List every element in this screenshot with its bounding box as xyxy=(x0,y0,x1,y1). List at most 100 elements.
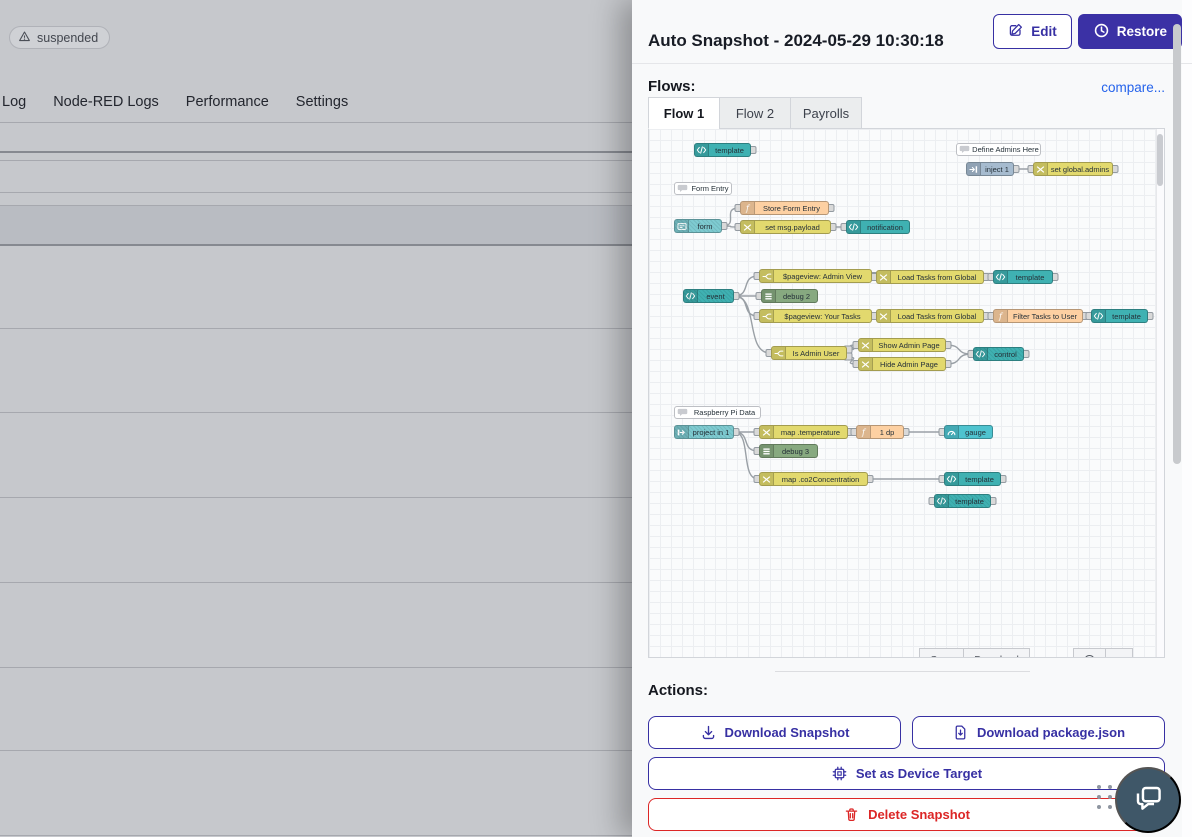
table-row-divider xyxy=(0,205,632,206)
flow-node-template-3: template xyxy=(1091,309,1148,323)
restore-button[interactable]: Restore xyxy=(1078,14,1182,49)
canvas-toolbar-zoom-in-button[interactable]: + xyxy=(1105,649,1132,658)
svg-text:f: f xyxy=(861,428,867,437)
flow-node-is-admin-user: Is Admin User xyxy=(771,346,847,360)
bg-nav-tab-settings: Settings xyxy=(296,94,348,110)
widget-drag-dots xyxy=(1097,785,1112,809)
clock-icon xyxy=(1093,22,1110,42)
debug-icon xyxy=(762,290,776,302)
compare-link[interactable]: compare... xyxy=(1101,80,1165,95)
actions-label: Actions: xyxy=(648,682,708,699)
edit-button[interactable]: Edit xyxy=(993,14,1072,49)
file-download-icon xyxy=(952,724,969,741)
action-button-label: Delete Snapshot xyxy=(868,807,970,822)
switch-icon xyxy=(772,347,786,359)
table-row-divider xyxy=(0,122,632,123)
flow-node-debug-3: debug 3 xyxy=(759,444,818,458)
table-row-divider xyxy=(0,497,632,498)
panel-scrollbar[interactable] xyxy=(1173,0,1181,837)
svg-text:f: f xyxy=(998,312,1004,321)
change-icon xyxy=(741,221,755,233)
flow-node-label: $pageview: Your Tasks xyxy=(774,310,871,322)
canvas-scrollbar-thumb[interactable] xyxy=(1157,134,1163,186)
trash-icon xyxy=(843,806,860,823)
flow-node-comment-raspberry-pi: Raspberry Pi Data xyxy=(674,406,761,419)
canvas-toolbar-refresh-button[interactable] xyxy=(1074,649,1105,658)
download-icon xyxy=(700,724,717,741)
panel-right-gutter xyxy=(1182,0,1192,837)
table-row-divider xyxy=(0,160,632,161)
snapshot-panel: Auto Snapshot - 2024-05-29 10:30:18 Edit… xyxy=(632,0,1192,837)
panel-scrollbar-thumb[interactable] xyxy=(1173,24,1181,464)
download-package-json-button[interactable]: Download package.json xyxy=(912,716,1165,749)
delete-snapshot-button[interactable]: Delete Snapshot xyxy=(648,798,1165,831)
flow-node-template-5: template xyxy=(934,494,991,508)
flow-tab-payrolls[interactable]: Payrolls xyxy=(790,97,862,129)
set-device-target-button[interactable]: Set as Device Target xyxy=(648,757,1165,790)
download-snapshot-button[interactable]: Download Snapshot xyxy=(648,716,901,749)
svg-text:f: f xyxy=(745,204,751,213)
code-icon xyxy=(1092,310,1106,322)
flow-node-show-admin-page: Show Admin Page xyxy=(858,338,946,352)
flow-node-label: template xyxy=(1106,310,1147,322)
flow-node-label: set msg.payload xyxy=(755,221,830,233)
flow-node-map-co2: map .co2Concentration xyxy=(759,472,868,486)
code-icon xyxy=(935,495,949,507)
warning-icon xyxy=(18,30,31,46)
flow-node-label: Load Tasks from Global xyxy=(891,271,983,283)
flow-node-label: $pageview: Admin View xyxy=(774,270,871,282)
function-icon: f xyxy=(857,426,871,438)
flow-tab-flow-2[interactable]: Flow 2 xyxy=(719,97,791,129)
flow-node-label: map .co2Concentration xyxy=(774,473,867,485)
code-icon xyxy=(847,221,861,233)
table-row-divider xyxy=(0,151,632,153)
edit-button-label: Edit xyxy=(1031,24,1057,39)
flow-node-label: debug 2 xyxy=(776,290,817,302)
flow-node-label: template xyxy=(949,495,990,507)
flow-node-label: 1 dp xyxy=(871,426,903,438)
flow-tab-flow-1[interactable]: Flow 1 xyxy=(648,97,720,129)
change-icon xyxy=(859,339,873,351)
flow-node-label: debug 3 xyxy=(774,445,817,457)
canvas-scrollbar[interactable] xyxy=(1156,129,1164,657)
flow-node-label: Show Admin Page xyxy=(873,339,945,351)
status-badge-label: suspended xyxy=(37,31,98,45)
refresh-icon xyxy=(1084,655,1095,659)
gauge-icon xyxy=(945,426,959,438)
flow-node-label: template xyxy=(959,473,1000,485)
change-icon xyxy=(760,473,774,485)
flow-node-label: Store Form Entry xyxy=(755,202,828,214)
edit-icon xyxy=(1008,22,1024,41)
instance-nav-tabs: LogNode-RED LogsPerformanceSettings xyxy=(2,94,348,110)
flow-node-pageview-your-tasks: $pageview: Your Tasks xyxy=(759,309,872,323)
form-icon xyxy=(675,220,689,232)
flow-node-project-in-1: project in 1 xyxy=(674,425,734,439)
flow-node-comment-define-admins: Define Admins Here xyxy=(956,143,1041,156)
flow-node-label: Form Entry xyxy=(689,183,731,194)
modal-backdrop[interactable]: suspended LogNode-RED LogsPerformanceSet… xyxy=(0,0,632,837)
flow-node-map-temperature: map .temperature xyxy=(759,425,848,439)
flow-node-notification: notification xyxy=(846,220,910,234)
chat-launcher-button[interactable] xyxy=(1115,767,1181,833)
table-row-selected xyxy=(0,205,632,244)
flow-canvas[interactable]: CopyDownload + template Define Admins Her… xyxy=(648,128,1165,658)
change-icon xyxy=(877,271,891,283)
code-icon xyxy=(684,290,698,302)
flow-node-label: template xyxy=(709,144,750,156)
flow-node-gauge: gauge xyxy=(944,425,993,439)
flow-node-load-tasks-global-2: Load Tasks from Global xyxy=(876,309,984,323)
bubble-icon xyxy=(957,144,971,155)
code-icon xyxy=(994,271,1008,283)
flow-node-label: inject 1 xyxy=(981,163,1013,175)
flow-node-set-msg-payload: set msg.payload xyxy=(740,220,831,234)
flow-wires-layer xyxy=(649,129,1165,658)
code-icon xyxy=(945,473,959,485)
canvas-toolbar-download-button[interactable]: Download xyxy=(963,649,1028,658)
table-row-divider xyxy=(0,244,632,246)
flow-node-label: event xyxy=(698,290,733,302)
debug-icon xyxy=(760,445,774,457)
flow-node-comment-form-entry: Form Entry xyxy=(674,182,732,195)
code-icon xyxy=(695,144,709,156)
canvas-toolbar-left: CopyDownload xyxy=(919,648,1030,658)
canvas-toolbar-copy-button[interactable]: Copy xyxy=(920,649,963,658)
